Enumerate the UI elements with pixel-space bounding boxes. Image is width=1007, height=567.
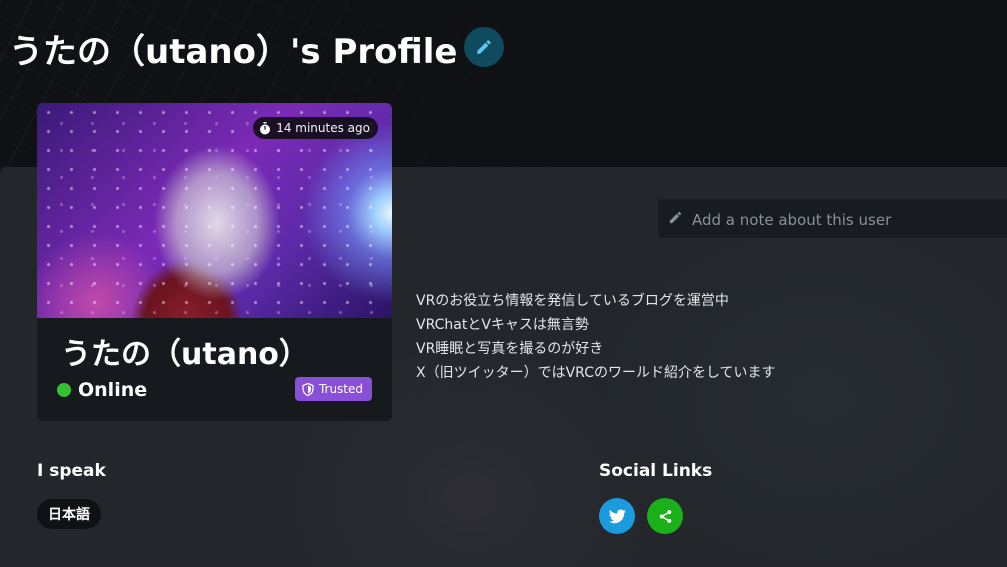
twitter-icon: [608, 509, 626, 523]
note-input[interactable]: [690, 199, 1004, 240]
pencil-icon: [669, 211, 682, 224]
social-links-heading: Social Links: [599, 461, 713, 481]
bio-line: VR睡眠と写真を撮るのが好き: [416, 341, 604, 357]
pencil-icon: [477, 40, 491, 54]
online-dot-icon: [57, 383, 71, 397]
trust-rank-badge: Trusted: [294, 377, 372, 401]
share-icon: [659, 509, 671, 523]
edit-profile-button[interactable]: [464, 27, 504, 67]
twitter-link-button[interactable]: [599, 498, 635, 534]
language-chip: 日本語: [37, 499, 101, 529]
avatar-image: 14 minutes ago: [37, 103, 392, 318]
last-seen-badge: 14 minutes ago: [253, 117, 378, 139]
note-field: [658, 199, 1007, 240]
stopwatch-icon: [260, 121, 271, 134]
bio-text: VRのお役立ち情報を発信しているブログを運営中 VRChatとVキャスは無言勢 …: [416, 289, 976, 385]
bio-line: VRのお役立ち情報を発信しているブログを運営中: [416, 293, 729, 309]
bio-line: VRChatとVキャスは無言勢: [416, 317, 589, 333]
bio-line: X（旧ツイッター）ではVRCのワールド紹介をしています: [416, 365, 776, 381]
languages-heading: I speak: [37, 461, 106, 481]
display-name: うたの（utano）: [61, 337, 309, 372]
last-seen-text: 14 minutes ago: [276, 121, 370, 135]
shield-icon: [302, 382, 314, 396]
status-indicator: Online: [57, 379, 147, 401]
trust-rank-label: Trusted: [318, 382, 363, 396]
page-title: うたの（utano）'s Profile: [9, 32, 458, 72]
profile-card: 14 minutes ago うたの（utano） Online Trusted: [37, 103, 392, 421]
share-link-button[interactable]: [647, 498, 683, 534]
status-text: Online: [78, 379, 148, 401]
